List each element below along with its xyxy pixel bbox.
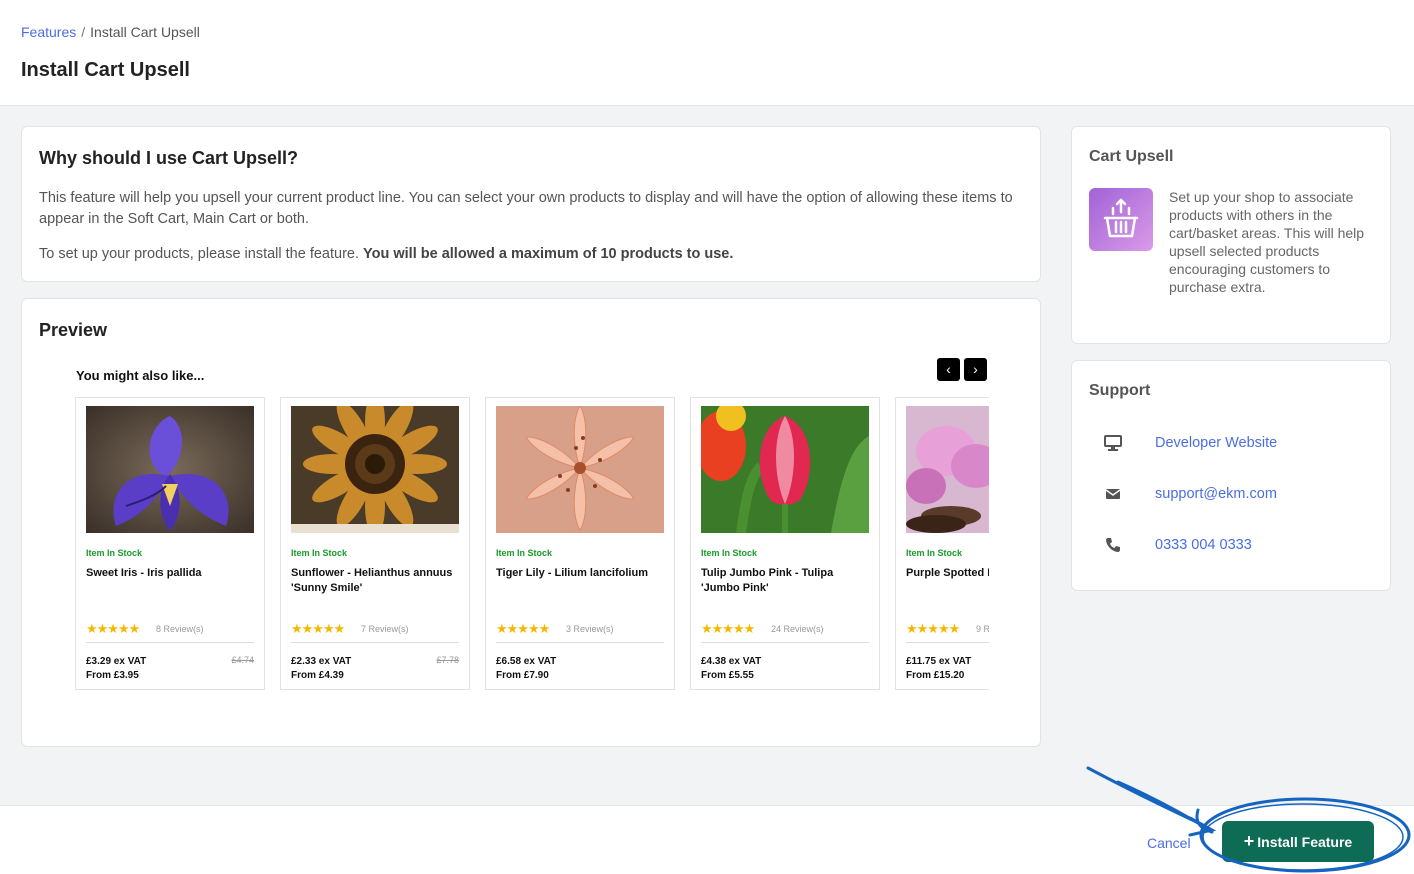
install-feature-label: Install Feature xyxy=(1257,834,1353,850)
divider xyxy=(701,642,869,643)
page-title: Install Cart Upsell xyxy=(21,59,190,81)
product-price-from: From £7.90 xyxy=(496,670,549,681)
product-image-sunflower[interactable] xyxy=(291,406,459,533)
developer-website-link[interactable]: Developer Website xyxy=(1155,435,1277,451)
breadcrumb-separator: / xyxy=(81,24,86,40)
support-developer-website: Developer Website xyxy=(1089,432,1379,456)
product-name[interactable]: Purple Spotted Dactylorhiza m xyxy=(906,566,989,581)
product-name[interactable]: Sunflower - Helianthus annuus 'Sunny Smi… xyxy=(291,566,463,596)
support-email-link[interactable]: support@ekm.com xyxy=(1155,486,1277,502)
support-email: support@ekm.com xyxy=(1089,483,1379,507)
why-paragraph-2-bold: You will be allowed a maximum of 10 prod… xyxy=(363,246,734,262)
plus-icon: + xyxy=(1243,831,1255,851)
product-name[interactable]: Sweet Iris - Iris pallida xyxy=(86,566,258,581)
star-rating: ★★★★★ xyxy=(906,621,960,636)
you-might-also-like-heading: You might also like... xyxy=(76,368,205,383)
product-image-tulip[interactable] xyxy=(701,406,869,533)
support-heading: Support xyxy=(1089,382,1151,399)
phone-icon xyxy=(1104,536,1122,554)
product-carousel: Item In Stock Sweet Iris - Iris pallida … xyxy=(75,397,989,692)
cancel-link[interactable]: Cancel xyxy=(1147,835,1191,851)
stock-status: Item In Stock xyxy=(906,548,963,558)
divider xyxy=(906,642,989,643)
product-price: £3.29 ex VAT xyxy=(86,656,147,667)
product-card[interactable]: Item In Stock Tiger Lily - Lilium lancif… xyxy=(485,397,675,690)
why-paragraph-1: This feature will help you upsell your c… xyxy=(39,190,1013,227)
breadcrumb-current: Install Cart Upsell xyxy=(90,24,200,40)
product-price-from: From £4.39 xyxy=(291,670,344,681)
product-card[interactable]: Item In Stock Purple Spotted Dactylorhiz… xyxy=(895,397,989,690)
why-paragraph-2-text: To set up your products, please install … xyxy=(39,246,359,262)
star-rating: ★★★★★ xyxy=(86,621,140,636)
product-card[interactable]: Item In Stock Tulip Jumbo Pink - Tulipa … xyxy=(690,397,880,690)
breadcrumb-features-link[interactable]: Features xyxy=(21,24,76,40)
review-count: 3 Review(s) xyxy=(566,624,614,634)
divider xyxy=(291,642,459,643)
cart-upsell-description: Set up your shop to associate products w… xyxy=(1169,189,1365,295)
install-feature-button[interactable]: + Install Feature xyxy=(1222,821,1374,862)
cart-upsell-info-card: Cart Upsell Set up your shop to associat… xyxy=(1071,126,1391,344)
star-rating: ★★★★★ xyxy=(701,621,755,636)
review-count: 8 Review(s) xyxy=(156,624,204,634)
basket-icon xyxy=(1089,188,1153,251)
carousel-next-button[interactable]: › xyxy=(964,358,987,381)
divider xyxy=(496,642,664,643)
product-price-from: From £5.55 xyxy=(701,670,754,681)
product-card[interactable]: Item In Stock Sunflower - Helianthus ann… xyxy=(280,397,470,690)
star-rating: ★★★★★ xyxy=(496,621,550,636)
stock-status: Item In Stock xyxy=(86,548,143,558)
monitor-icon xyxy=(1104,434,1122,452)
stock-status: Item In Stock xyxy=(291,548,348,558)
envelope-icon xyxy=(1104,485,1122,503)
why-heading: Why should I use Cart Upsell? xyxy=(39,148,299,168)
page-header: Features / Install Cart Upsell Install Car… xyxy=(0,0,1414,106)
product-price-from: From £15.20 xyxy=(906,670,965,681)
why-use-card: Why should I use Cart Upsell? This featu… xyxy=(21,126,1041,282)
product-price: £2.33 ex VAT xyxy=(291,656,352,667)
product-price: £4.38 ex VAT xyxy=(701,656,762,667)
preview-heading: Preview xyxy=(39,320,108,340)
product-price: £6.58 ex VAT xyxy=(496,656,557,667)
breadcrumb: Features / Install Cart Upsell xyxy=(21,24,200,40)
product-image-iris[interactable] xyxy=(86,406,254,533)
preview-card: Preview You might also like... ‹ › Item … xyxy=(21,298,1041,747)
why-paragraph-2: To set up your products, please install … xyxy=(39,246,733,262)
product-name[interactable]: Tiger Lily - Lilium lancifolium xyxy=(496,566,668,581)
product-price-from: From £3.95 xyxy=(86,670,139,681)
cart-upsell-heading: Cart Upsell xyxy=(1089,148,1174,165)
support-card: Support Developer Website support@ekm.co… xyxy=(1071,360,1391,591)
review-count: 24 Review(s) xyxy=(771,624,824,634)
footer-action-bar: Cancel + Install Feature xyxy=(0,805,1414,874)
product-price: £11.75 ex VAT xyxy=(906,656,972,667)
product-card[interactable]: Item In Stock Sweet Iris - Iris pallida … xyxy=(75,397,265,690)
support-phone: 0333 004 0333 xyxy=(1089,534,1379,558)
product-was-price: £4.74 xyxy=(231,655,254,665)
product-was-price: £7.78 xyxy=(436,655,459,665)
review-count: 9 R xyxy=(976,624,989,634)
divider xyxy=(86,642,254,643)
review-count: 7 Review(s) xyxy=(361,624,409,634)
carousel-prev-button[interactable]: ‹ xyxy=(937,358,960,381)
stock-status: Item In Stock xyxy=(701,548,758,558)
product-name[interactable]: Tulip Jumbo Pink - Tulipa 'Jumbo Pink' xyxy=(701,566,873,596)
stock-status: Item In Stock xyxy=(496,548,553,558)
support-phone-link[interactable]: 0333 004 0333 xyxy=(1155,537,1252,553)
product-image-orchid[interactable] xyxy=(906,406,989,533)
star-rating: ★★★★★ xyxy=(291,621,345,636)
product-image-tiger-lily[interactable] xyxy=(496,406,664,533)
